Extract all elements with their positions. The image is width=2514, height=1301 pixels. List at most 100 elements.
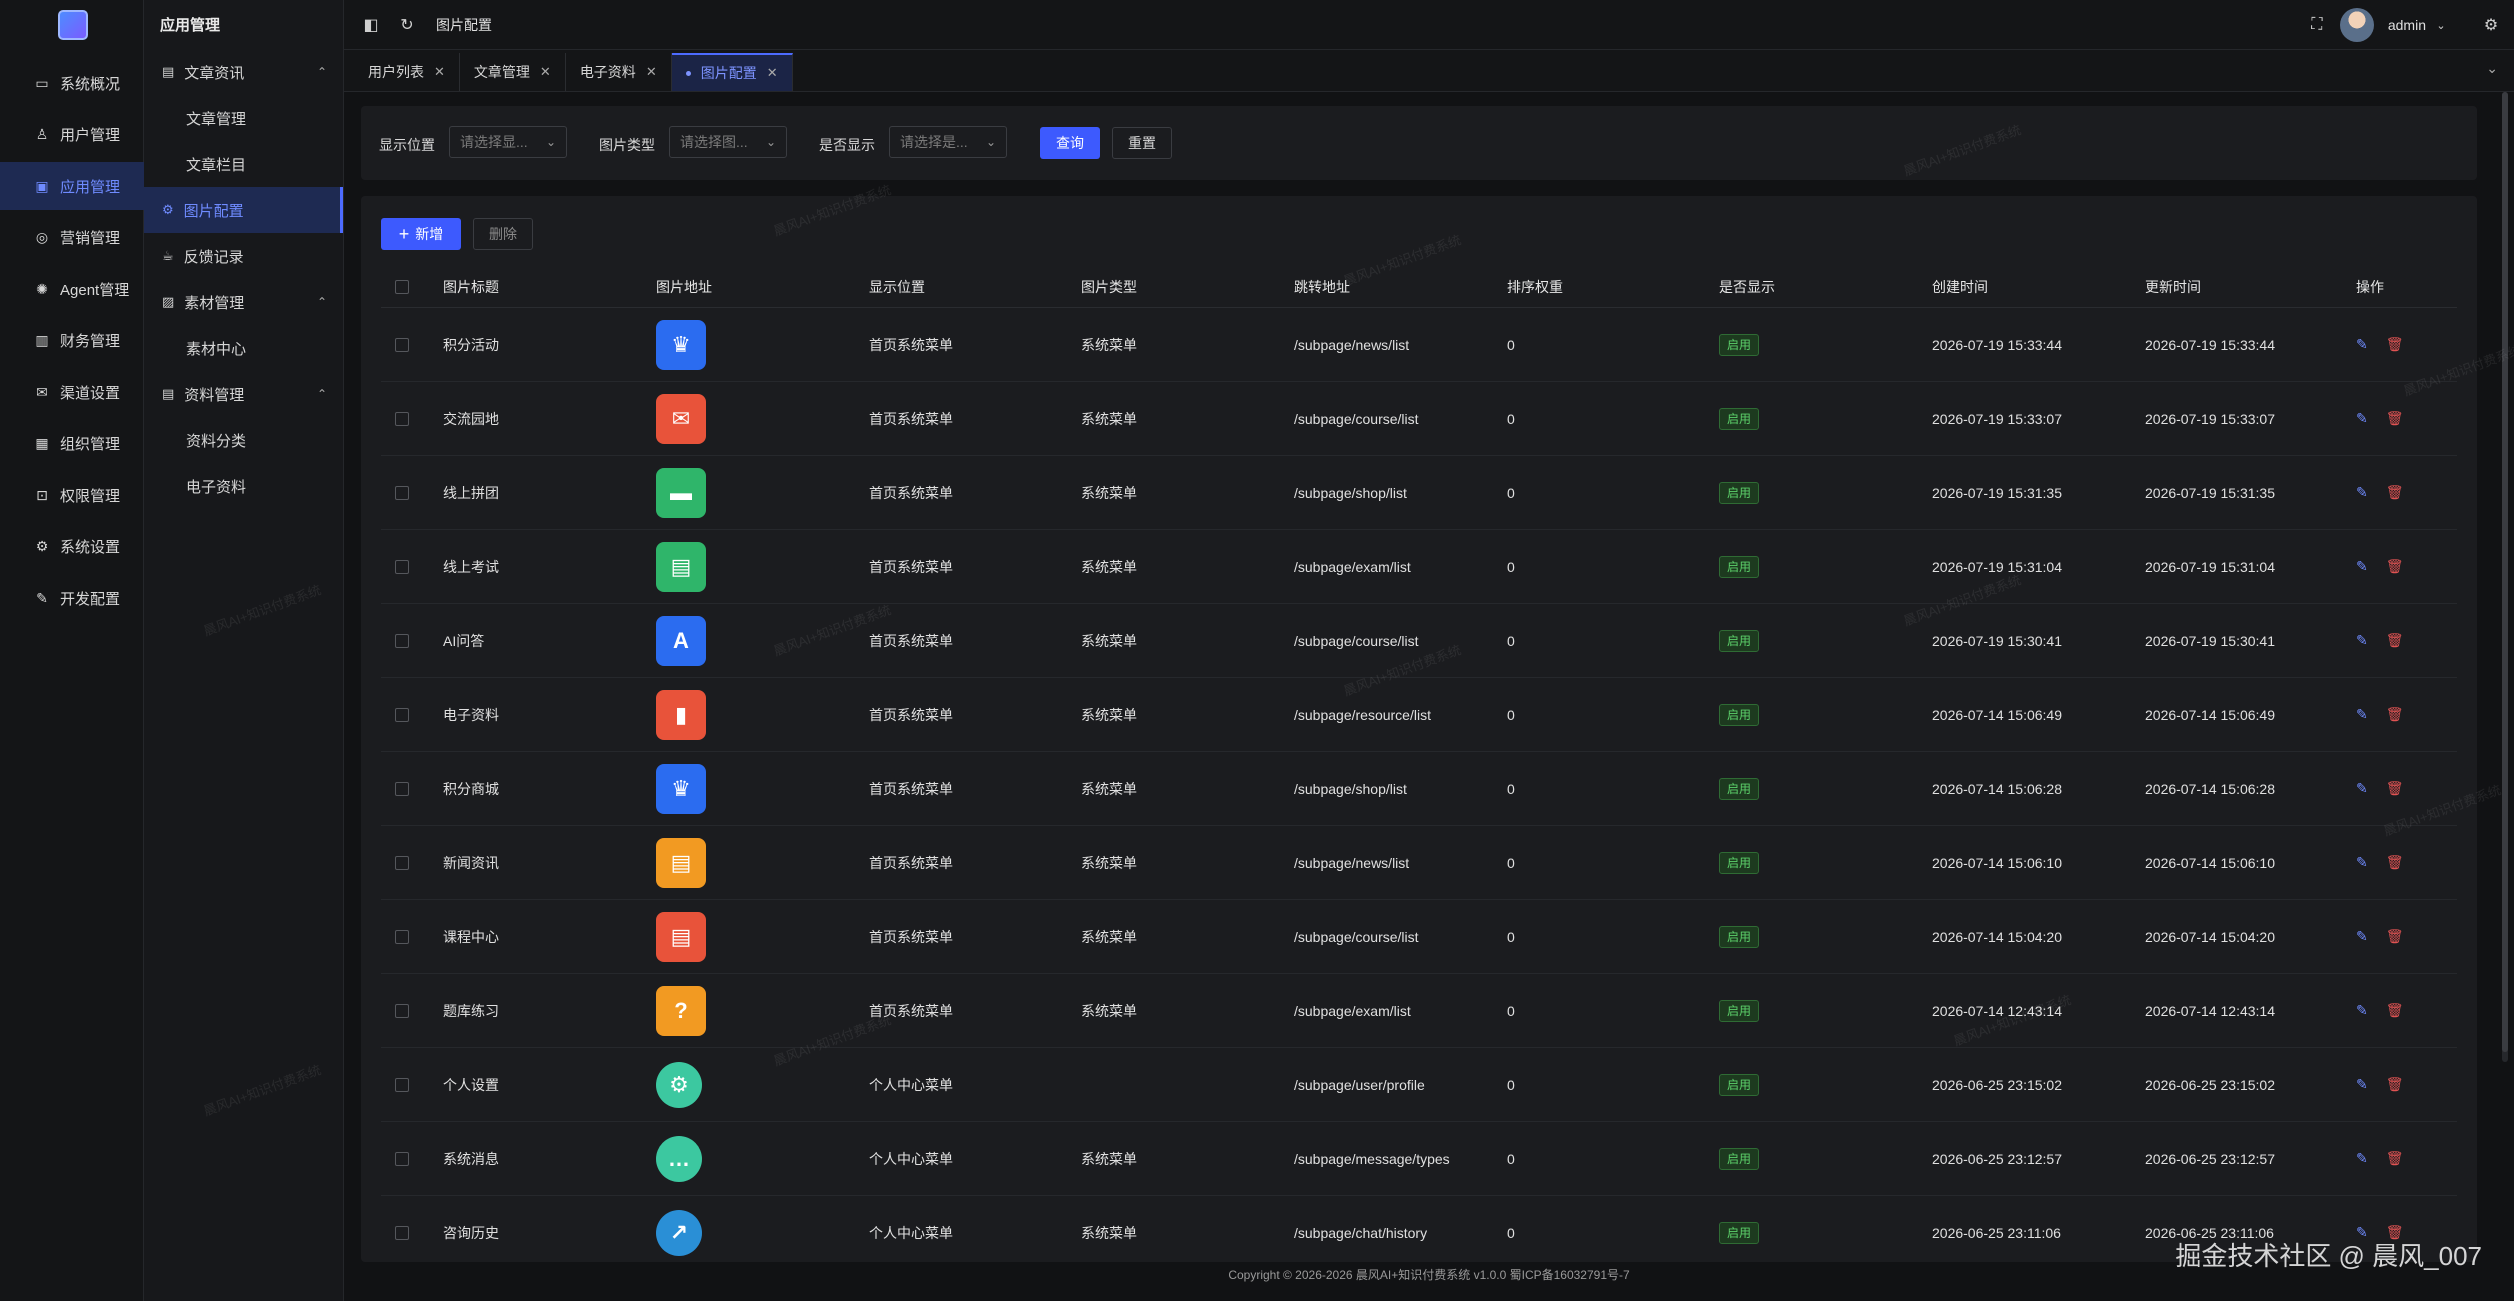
trash-icon[interactable]: 🗑 bbox=[2386, 1002, 2404, 1019]
sub-sidebar-item-7[interactable]: 素材中心 bbox=[144, 325, 343, 371]
sub-sidebar-item-9[interactable]: 资料分类 bbox=[144, 417, 343, 463]
edit-icon[interactable]: ✎ bbox=[2356, 780, 2368, 797]
trash-icon[interactable]: 🗑 bbox=[2386, 1150, 2404, 1167]
row-checkbox[interactable] bbox=[395, 707, 409, 722]
type-filter-select[interactable]: 请选择图... ⌄ bbox=[669, 126, 787, 158]
page-scrollbar[interactable] bbox=[2502, 92, 2508, 1062]
add-button[interactable]: + 新增 bbox=[381, 218, 461, 250]
refresh-icon[interactable]: ↻ bbox=[398, 15, 416, 35]
sub-sidebar-item-8[interactable]: ▤ 资料管理 ⌃ bbox=[144, 371, 343, 417]
row-checkbox[interactable] bbox=[395, 337, 409, 352]
rail-item-11[interactable]: ✎ 开发配置 bbox=[0, 574, 144, 622]
edit-icon[interactable]: ✎ bbox=[2356, 1150, 2368, 1167]
position-filter-select[interactable]: 请选择显... ⌄ bbox=[449, 126, 567, 158]
show-filter-select[interactable]: 请选择是... ⌄ bbox=[889, 126, 1007, 158]
row-checkbox[interactable] bbox=[395, 1077, 409, 1092]
tabs-more-icon[interactable]: ⌄ bbox=[2486, 60, 2498, 77]
query-button[interactable]: 查询 bbox=[1040, 127, 1100, 159]
tab-2[interactable]: 文章管理 ✕ bbox=[460, 53, 566, 91]
row-checkbox[interactable] bbox=[395, 1225, 409, 1240]
tab-1[interactable]: 用户列表 ✕ bbox=[354, 53, 460, 91]
trash-icon[interactable]: 🗑 bbox=[2386, 928, 2404, 945]
trash-icon[interactable]: 🗑 bbox=[2386, 854, 2404, 871]
edit-icon[interactable]: ✎ bbox=[2356, 410, 2368, 427]
gear-icon[interactable]: ⚙ bbox=[2482, 15, 2500, 35]
row-checkbox[interactable] bbox=[395, 559, 409, 574]
scrollbar-thumb[interactable] bbox=[2502, 92, 2508, 1052]
sub-sidebar-item-3[interactable]: 文章栏目 bbox=[144, 141, 343, 187]
avatar[interactable] bbox=[2339, 8, 2374, 42]
trash-icon[interactable]: 🗑 bbox=[2386, 632, 2404, 649]
menu-image-thumbnail[interactable]: A bbox=[656, 615, 706, 666]
menu-image-thumbnail[interactable]: ↗ bbox=[656, 1209, 702, 1256]
rail-item-6[interactable]: ▥ 财务管理 bbox=[0, 317, 144, 365]
user-name[interactable]: admin bbox=[2388, 17, 2426, 33]
edit-icon[interactable]: ✎ bbox=[2356, 854, 2368, 871]
menu-image-thumbnail[interactable]: ? bbox=[656, 985, 706, 1036]
trash-icon[interactable]: 🗑 bbox=[2386, 558, 2404, 575]
rail-item-1[interactable]: ▭ 系统概况 bbox=[0, 59, 144, 107]
rail-item-8[interactable]: ▦ 组织管理 bbox=[0, 420, 144, 468]
row-checkbox[interactable] bbox=[395, 929, 409, 944]
edit-icon[interactable]: ✎ bbox=[2356, 632, 2368, 649]
rail-item-4[interactable]: ◎ 营销管理 bbox=[0, 214, 144, 262]
edit-icon[interactable]: ✎ bbox=[2356, 706, 2368, 723]
rail-item-10[interactable]: ⚙ 系统设置 bbox=[0, 523, 144, 571]
sub-sidebar-item-5[interactable]: ☕ 反馈记录 bbox=[144, 233, 343, 279]
trash-icon[interactable]: 🗑 bbox=[2386, 410, 2404, 427]
trash-icon[interactable]: 🗑 bbox=[2386, 780, 2404, 797]
trash-icon[interactable]: 🗑 bbox=[2386, 484, 2404, 501]
menu-image-thumbnail[interactable]: ▤ bbox=[656, 911, 706, 962]
edit-icon[interactable]: ✎ bbox=[2356, 484, 2368, 501]
close-icon[interactable]: ✕ bbox=[434, 64, 445, 80]
edit-icon[interactable]: ✎ bbox=[2356, 558, 2368, 575]
menu-image-thumbnail[interactable]: ▮ bbox=[656, 689, 706, 740]
collapse-sidebar-icon[interactable]: ◧ bbox=[362, 15, 380, 35]
row-checkbox[interactable] bbox=[395, 485, 409, 500]
trash-icon[interactable]: 🗑 bbox=[2386, 336, 2404, 353]
chevron-down-icon[interactable]: ⌄ bbox=[2432, 19, 2450, 32]
row-checkbox[interactable] bbox=[395, 1151, 409, 1166]
sub-sidebar-item-2[interactable]: 文章管理 bbox=[144, 95, 343, 141]
sub-sidebar-item-10[interactable]: 电子资料 bbox=[144, 463, 343, 509]
menu-image-thumbnail[interactable]: ⚙ bbox=[656, 1061, 702, 1108]
rail-item-5[interactable]: ✺ Agent管理 bbox=[0, 265, 144, 313]
row-checkbox[interactable] bbox=[395, 411, 409, 426]
close-icon[interactable]: ✕ bbox=[767, 65, 778, 81]
menu-image-thumbnail[interactable]: ♛ bbox=[656, 763, 706, 814]
edit-icon[interactable]: ✎ bbox=[2356, 1002, 2368, 1019]
row-checkbox[interactable] bbox=[395, 1003, 409, 1018]
sub-sidebar-item-6[interactable]: ▨ 素材管理 ⌃ bbox=[144, 279, 343, 325]
menu-image-thumbnail[interactable]: ♛ bbox=[656, 319, 706, 370]
menu-image-thumbnail[interactable]: ✉ bbox=[656, 393, 706, 444]
breadcrumb: 图片配置 bbox=[436, 16, 492, 33]
tab-3[interactable]: 电子资料 ✕ bbox=[566, 53, 672, 91]
delete-button[interactable]: 删除 bbox=[473, 218, 533, 250]
trash-icon[interactable]: 🗑 bbox=[2386, 1076, 2404, 1093]
close-icon[interactable]: ✕ bbox=[646, 64, 657, 80]
select-all-checkbox[interactable] bbox=[395, 279, 409, 294]
row-checkbox[interactable] bbox=[395, 855, 409, 870]
tab-4[interactable]: 图片配置 ✕ bbox=[671, 53, 793, 91]
row-checkbox[interactable] bbox=[395, 781, 409, 796]
fullscreen-icon[interactable]: ⛶ bbox=[2308, 16, 2326, 34]
rail-item-2[interactable]: ♙ 用户管理 bbox=[0, 111, 144, 159]
rail-item-7[interactable]: ✉ 渠道设置 bbox=[0, 368, 144, 416]
close-icon[interactable]: ✕ bbox=[540, 64, 551, 80]
row-checkbox[interactable] bbox=[395, 633, 409, 648]
menu-image-thumbnail[interactable]: ▬ bbox=[656, 467, 706, 518]
sub-sidebar-item-1[interactable]: ▤ 文章资讯 ⌃ bbox=[144, 49, 343, 95]
app-logo[interactable] bbox=[58, 10, 88, 40]
reset-button[interactable]: 重置 bbox=[1112, 127, 1172, 159]
menu-image-thumbnail[interactable]: ▤ bbox=[656, 837, 706, 888]
edit-icon[interactable]: ✎ bbox=[2356, 928, 2368, 945]
menu-image-thumbnail[interactable]: ▤ bbox=[656, 541, 706, 592]
actions-cell: ✎ 🗑 bbox=[2356, 456, 2404, 529]
trash-icon[interactable]: 🗑 bbox=[2386, 706, 2404, 723]
edit-icon[interactable]: ✎ bbox=[2356, 1076, 2368, 1093]
edit-icon[interactable]: ✎ bbox=[2356, 336, 2368, 353]
rail-item-9[interactable]: ⊡ 权限管理 bbox=[0, 471, 144, 519]
menu-image-thumbnail[interactable]: … bbox=[656, 1135, 702, 1182]
sub-sidebar-item-4[interactable]: ⚙ 图片配置 bbox=[144, 187, 343, 233]
rail-item-3[interactable]: ▣ 应用管理 bbox=[0, 162, 144, 210]
